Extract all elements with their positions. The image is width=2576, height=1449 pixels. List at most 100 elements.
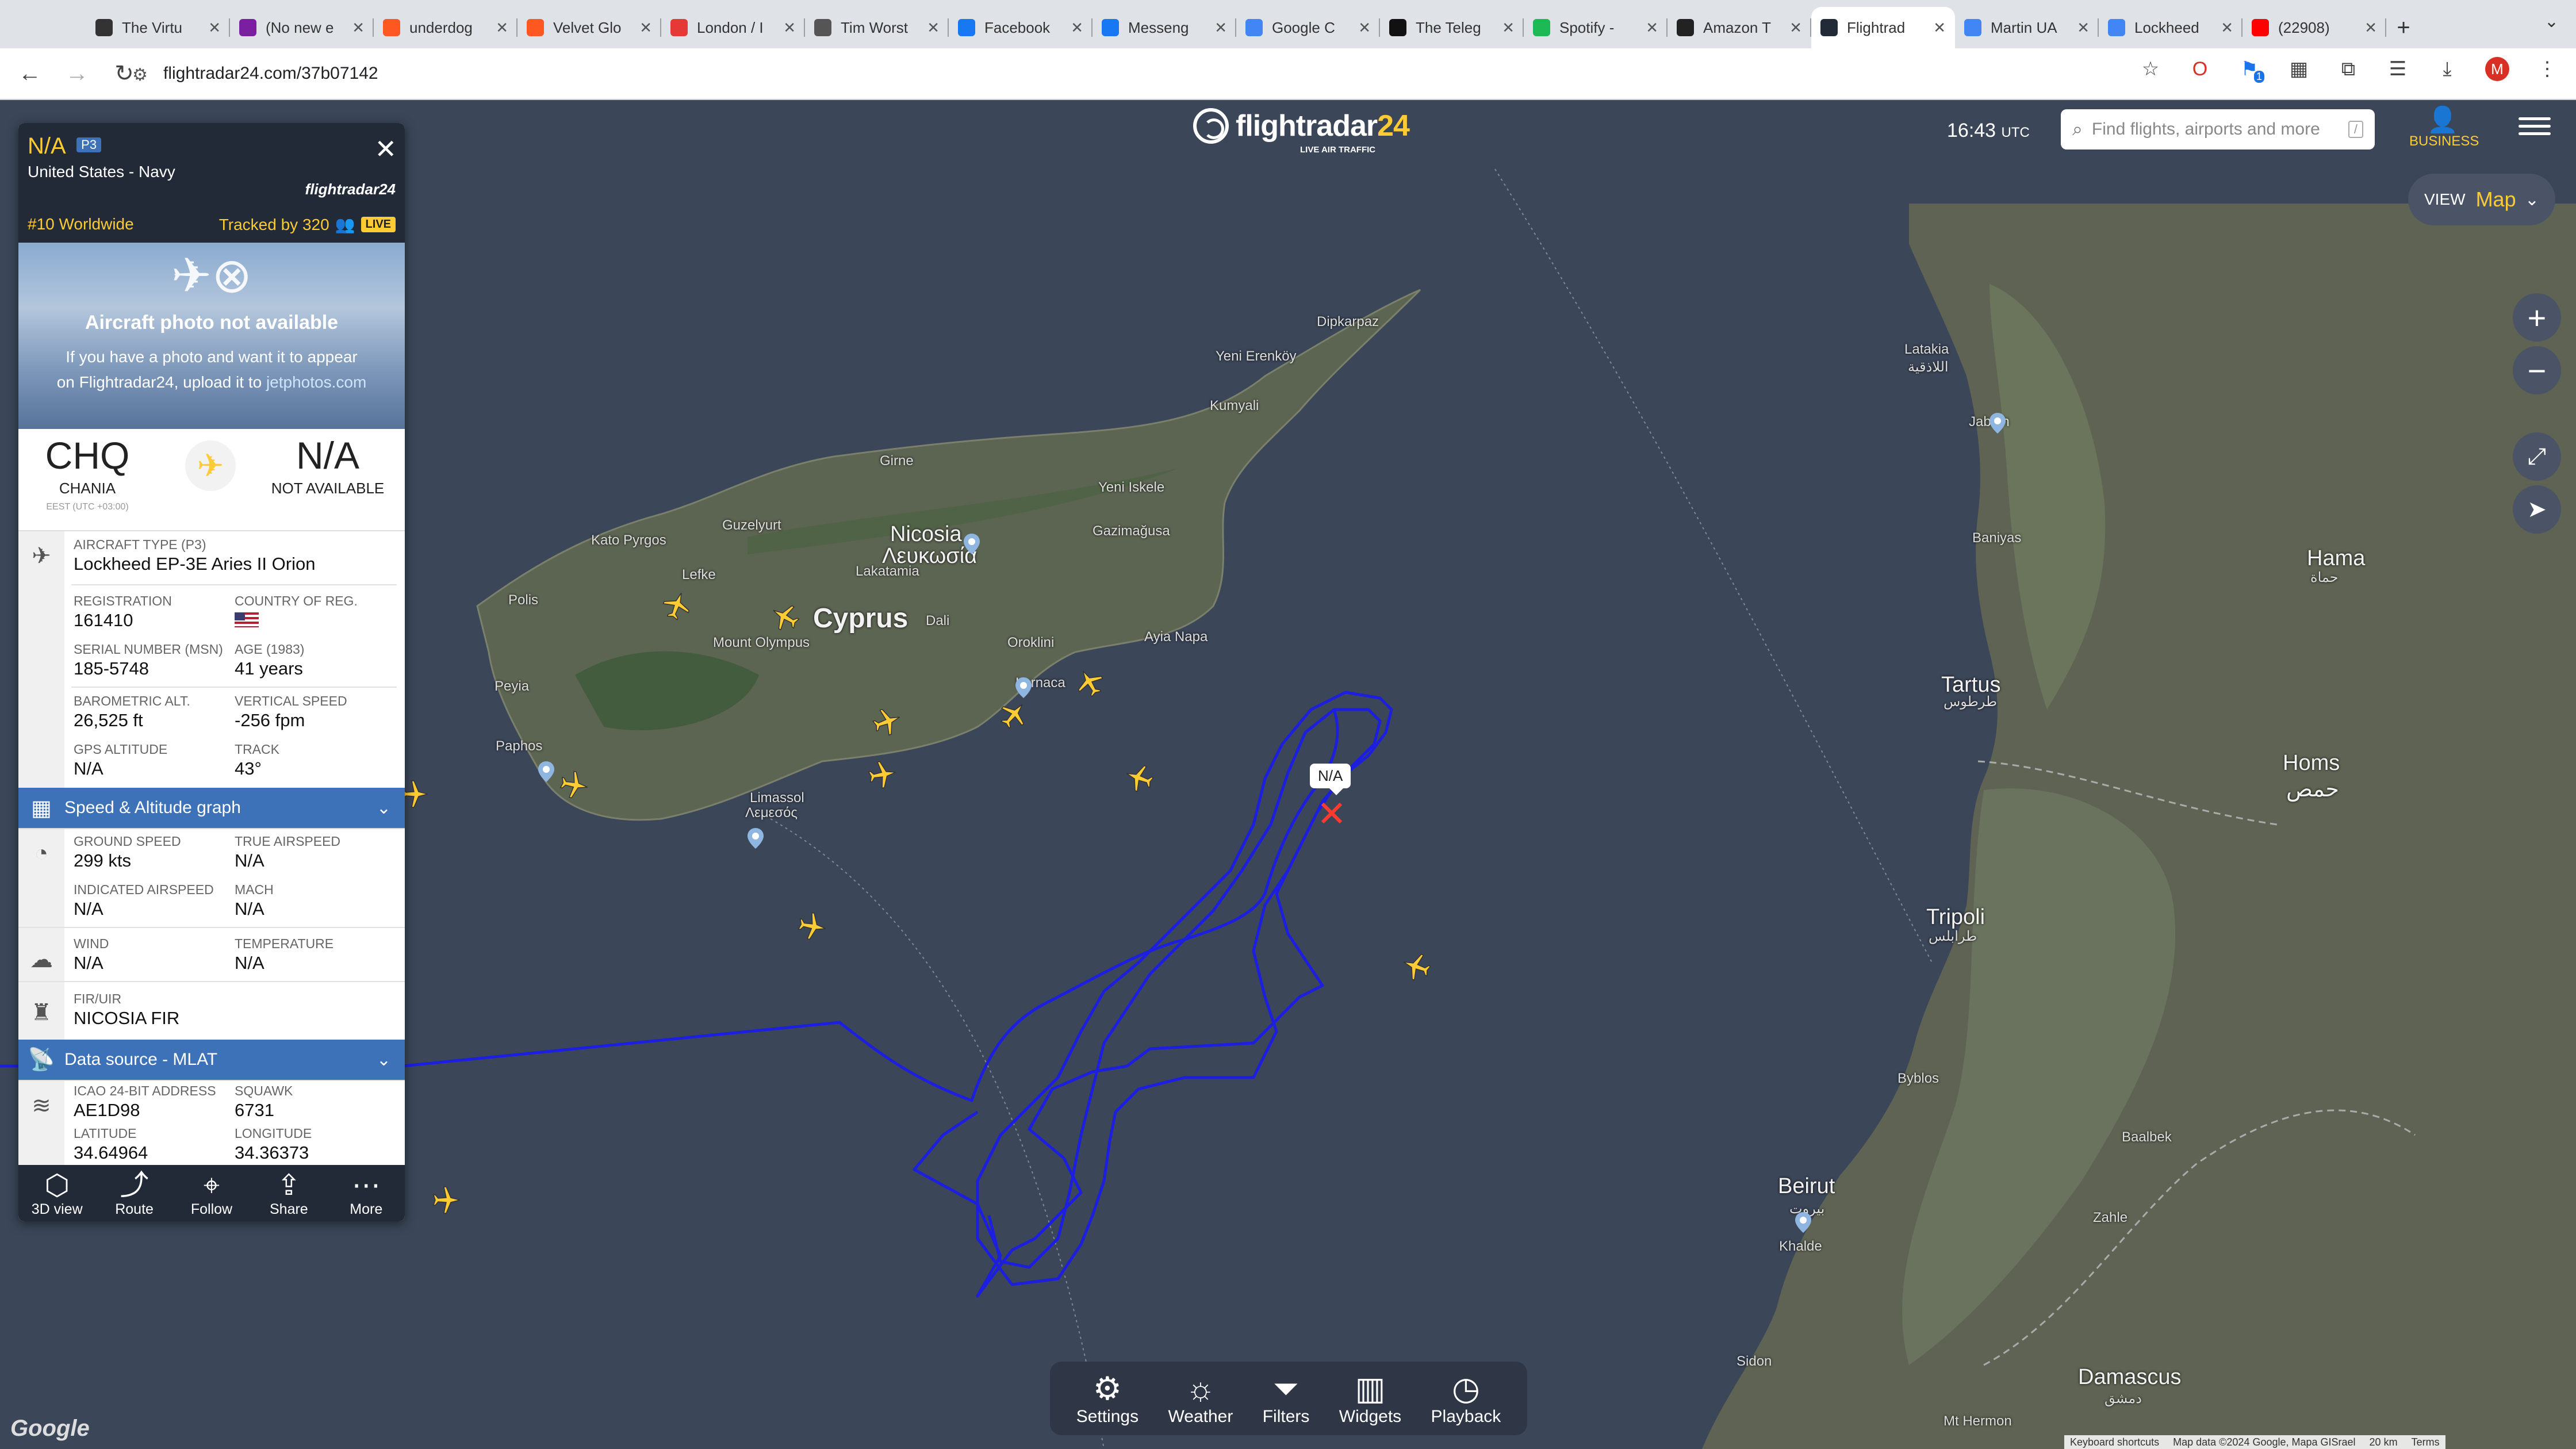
ground-speed-field: GROUND SPEED 299 kts (74, 834, 181, 871)
locate-me-button[interactable]: ➤ (2513, 485, 2561, 534)
map-label-sidon: Sidon (1736, 1354, 1772, 1369)
downloads-icon[interactable]: ⤓ (2436, 57, 2459, 80)
tab-close-icon[interactable]: ✕ (2077, 19, 2090, 37)
settings-button[interactable]: ⚙ Settings (1076, 1370, 1138, 1427)
browser-tab[interactable]: (22908) ✕ (2242, 7, 2386, 48)
terms-link[interactable]: Terms (2412, 1436, 2440, 1448)
close-icon[interactable]: ✕ (374, 133, 397, 164)
flightradar24-logo[interactable]: flightradar24 LIVE AIR TRAFFIC (1193, 108, 1410, 155)
flight-map[interactable]: N/A Cyprus Nicosia Λευκωσία Limassol Λεμ… (0, 100, 2576, 1449)
opera-extension-icon[interactable]: O (2188, 57, 2211, 80)
browser-tab[interactable]: Lockheed ✕ (2099, 7, 2242, 48)
browser-tab[interactable]: (No new e ✕ (230, 7, 374, 48)
route-button[interactable]: ⤴ Route (103, 1169, 166, 1218)
share-button[interactable]: ⇪ Share (257, 1169, 320, 1218)
tab-close-icon[interactable]: ✕ (2221, 19, 2233, 37)
data-source-toggle[interactable]: 📡 Data source - MLAT ⌄ (18, 1040, 405, 1080)
map-label-tripoli-arabic: طرابلس (1929, 929, 1977, 944)
tab-close-icon[interactable]: ✕ (1214, 19, 1227, 37)
origin-airport[interactable]: CHQ CHANIA EEST (UTC +03:00) (18, 434, 156, 512)
browser-tab[interactable]: underdog ✕ (374, 7, 518, 48)
people-icon: 👥 (335, 216, 355, 233)
airport-pin-icon[interactable] (538, 761, 554, 782)
age-field: AGE (1983) 41 years (235, 642, 305, 678)
aircraft-icon[interactable] (796, 910, 829, 943)
aircraft-icon: ✈ (18, 531, 64, 789)
registration-field: REGISTRATION 161410 (74, 593, 172, 630)
aircraft-tag-label[interactable]: N/A (1310, 764, 1351, 795)
tab-close-icon[interactable]: ✕ (352, 19, 365, 37)
3d-view-button[interactable]: ⬡ 3D view (25, 1169, 89, 1218)
site-info-icon[interactable]: ⚙ (132, 65, 150, 85)
tab-close-icon[interactable]: ✕ (1789, 19, 1802, 37)
extension-badge-icon[interactable]: ⚑ 1 (2238, 57, 2264, 83)
tab-title: Messeng (1128, 18, 1189, 36)
speed-altitude-graph-toggle[interactable]: ▦ Speed & Altitude graph ⌄ (18, 788, 405, 828)
tab-favicon-icon (527, 19, 544, 36)
tab-close-icon[interactable]: ✕ (1358, 19, 1371, 37)
tab-close-icon[interactable]: ✕ (208, 19, 221, 37)
browser-tab[interactable]: Velvet Glo ✕ (518, 7, 661, 48)
view-selector[interactable]: VIEW Map ⌄ (2408, 174, 2555, 225)
browser-menu-icon[interactable]: ⋮ (2536, 57, 2559, 80)
tab-close-icon[interactable]: ✕ (927, 19, 940, 37)
aircraft-icon[interactable] (432, 1186, 461, 1214)
widgets-button[interactable]: ▥ Widgets (1339, 1370, 1401, 1427)
tab-title: Google C (1272, 18, 1335, 36)
tab-close-icon[interactable]: ✕ (1502, 19, 1515, 37)
airport-pin-icon[interactable] (747, 828, 764, 849)
browser-tab[interactable]: The Virtu ✕ (86, 7, 230, 48)
tab-close-icon[interactable]: ✕ (1071, 19, 1083, 37)
airport-pin-icon[interactable] (964, 534, 980, 554)
jetphotos-link[interactable]: jetphotos.com (266, 373, 366, 391)
tab-close-icon[interactable]: ✕ (1646, 19, 1658, 37)
zoom-out-button[interactable]: − (2513, 346, 2561, 394)
more-button[interactable]: ⋯ More (335, 1169, 398, 1218)
browser-tab[interactable]: Flightrad ✕ (1811, 7, 1955, 48)
browser-tab[interactable]: Martin UA ✕ (1955, 7, 2099, 48)
aircraft-icon[interactable] (866, 758, 899, 791)
forward-button[interactable]: → (60, 56, 94, 91)
browser-tab[interactable]: Google C ✕ (1236, 7, 1380, 48)
airport-pin-icon[interactable] (1795, 1212, 1811, 1233)
extensions-puzzle-icon[interactable]: ⧉ (2337, 57, 2360, 80)
keyboard-shortcuts-link[interactable]: Keyboard shortcuts (2070, 1436, 2159, 1448)
browser-tab[interactable]: Spotify - ✕ (1524, 7, 1667, 48)
airport-pin-icon[interactable] (1989, 413, 2006, 434)
tab-close-icon[interactable]: ✕ (1933, 19, 1946, 37)
tab-close-icon[interactable]: ✕ (783, 19, 796, 37)
new-tab-button[interactable]: + (2386, 7, 2421, 48)
playback-button[interactable]: ◷ Playback (1431, 1370, 1501, 1427)
bookmark-star-icon[interactable]: ☆ (2139, 57, 2162, 80)
tab-close-icon[interactable]: ✕ (2364, 19, 2377, 37)
back-button[interactable]: ← (13, 56, 47, 91)
utc-clock: 16:43 UTC (1947, 120, 2030, 141)
aircraft-icon[interactable] (558, 768, 591, 802)
address-bar[interactable]: ⚙ flightradar24.com/37b07142 (132, 54, 2202, 93)
follow-button[interactable]: ⌖ Follow (180, 1169, 243, 1218)
browser-tab[interactable]: Amazon T ✕ (1667, 7, 1811, 48)
search-box[interactable]: ⌕ Find flights, airports and more / (2061, 109, 2375, 150)
tab-close-icon[interactable]: ✕ (496, 19, 508, 37)
tab-close-icon[interactable]: ✕ (639, 19, 652, 37)
tab-search-icon[interactable]: ⌄ (2544, 12, 2559, 32)
profile-avatar[interactable]: M (2485, 57, 2509, 81)
logo-subtitle: LIVE AIR TRAFFIC (1300, 145, 1376, 155)
rss-extension-icon[interactable]: ▦ (2287, 57, 2310, 80)
zoom-in-button[interactable]: + (2513, 293, 2561, 342)
browser-tab[interactable]: Messeng ✕ (1092, 7, 1236, 48)
media-controls-icon[interactable]: ☰ (2386, 57, 2409, 80)
map-label-homs-arabic: حمص (2286, 777, 2340, 802)
weather-button[interactable]: ☼ Weather (1168, 1370, 1233, 1427)
business-button[interactable]: 👤 BUSINESS (2409, 107, 2479, 150)
map-label-yeni-iskele: Yeni Iskele (1098, 480, 1165, 495)
browser-tab[interactable]: Tim Worst ✕ (805, 7, 949, 48)
browser-tab[interactable]: The Teleg ✕ (1380, 7, 1524, 48)
main-menu-icon[interactable] (2518, 113, 2551, 141)
browser-tab[interactable]: Facebook ✕ (949, 7, 1092, 48)
fullscreen-button[interactable]: ⤢ (2513, 432, 2561, 481)
tab-favicon-icon (1677, 19, 1694, 36)
browser-tab[interactable]: London / I ✕ (661, 7, 805, 48)
filters-button[interactable]: ⏷ Filters (1263, 1370, 1310, 1427)
airport-pin-icon[interactable] (1015, 677, 1032, 698)
